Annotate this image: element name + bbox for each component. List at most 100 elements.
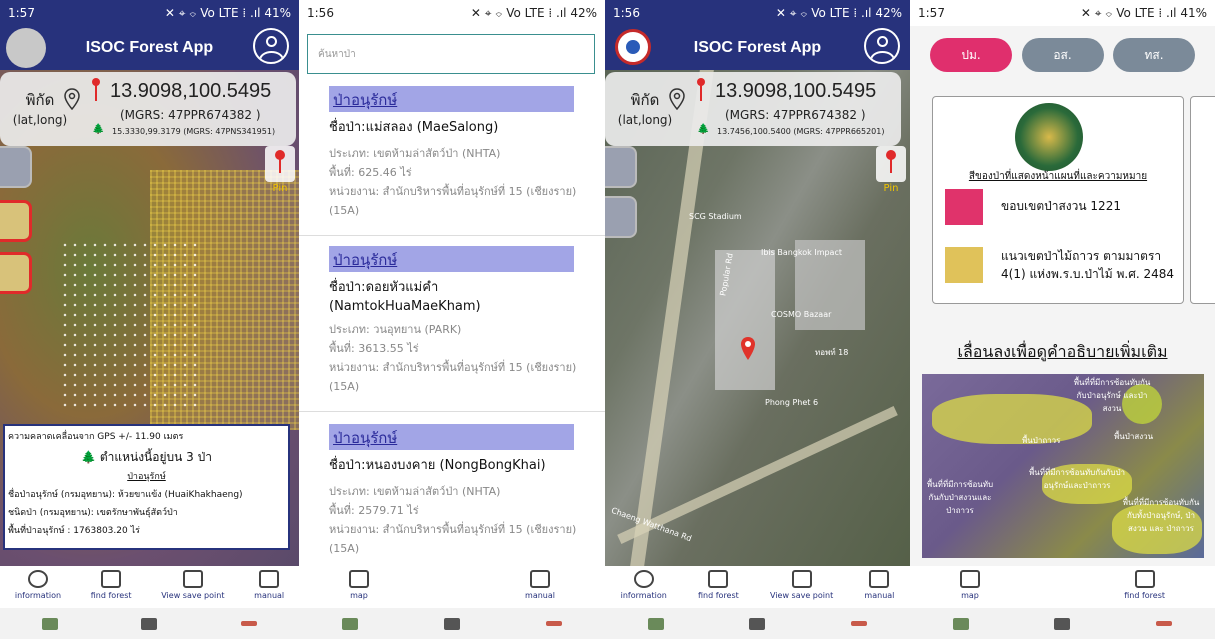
info-icon [27, 570, 48, 588]
screenshot-collage: 1:57 ✕ ⌖ ⌔ Vo LTE ⁞ .ıl 41% ISOC Forest … [0, 0, 1215, 639]
legend-screen: 1:57 ✕ ⌖ ⌔ Vo LTE ⁞ .ıl 41% ปม. อส. ทส. … [910, 0, 1215, 639]
app-icon-2[interactable] [141, 617, 158, 630]
app-icon-1[interactable] [342, 617, 358, 630]
pin-button[interactable]: Pin [876, 146, 906, 194]
status-right: ✕ ⌖ ⌔ Vo LTE ⁞ .ıl 42% [470, 5, 597, 20]
forest-count: ตำแหน่งนี้อยู่บน 3 ป่า [99, 450, 212, 464]
pin-button[interactable]: Pin [265, 146, 295, 194]
app-icon-3[interactable] [1156, 621, 1173, 626]
nav-manual[interactable]: manual [525, 566, 555, 600]
layer-toggle-2[interactable] [0, 200, 32, 242]
layer-toggle-1[interactable] [605, 146, 637, 188]
map-icon [349, 570, 369, 588]
forest-kind: ชนิดป่า (กรมอุทยาน): เขตรักษาพันธุ์สัตว์… [8, 508, 178, 518]
legend-map-image: พื้นที่ที่มีการซ้อนทับกันกับป่าอนุรักษ์ … [922, 374, 1204, 558]
pin-label: Pin [272, 183, 288, 194]
legend-card: สีของป่าที่แสดงหน้าแผนที่และความหมาย ขอบ… [932, 96, 1184, 304]
list-item[interactable]: ป่าอนุรักษ์ ชื่อป่า:แม่สลอง (MaeSalong) … [299, 78, 605, 236]
tab-pm[interactable]: ปม. [930, 38, 1012, 72]
location-pin-icon [64, 88, 80, 110]
status-time: 1:57 [918, 6, 945, 20]
app-icon-3[interactable] [546, 621, 562, 626]
map-label: ทอพท์ 18 [815, 348, 849, 357]
save-icon [182, 570, 203, 588]
layer-toggle-1[interactable] [0, 146, 32, 188]
status-right: ✕ ⌖ ⌔ Vo LTE ⁞ .ıl 42% [775, 5, 902, 20]
nav-manual[interactable]: manual [864, 566, 894, 600]
tab-os[interactable]: อส. [1021, 38, 1104, 72]
app-icon-1[interactable] [647, 617, 664, 630]
status-time: 1:56 [307, 6, 334, 20]
app-icon-2[interactable] [444, 617, 460, 630]
list-item[interactable]: ป่าอนุรักษ์ ชื่อป่า:หนองบงคาย (NongBongK… [299, 412, 605, 572]
map-note: พื้นที่ที่มีการซ้อนทับกันกับป่าสงวนและป่… [926, 480, 994, 515]
forest-area: พื้นที่: 625.46 ไร่ [329, 166, 412, 179]
forest-agency: หน่วยงาน: สำนักบริหารพื้นที่อนุรักษ์ที่ … [329, 361, 577, 393]
legend-card-next[interactable] [1190, 96, 1215, 304]
forest-area: พื้นที่: 3613.55 ไร่ [329, 342, 419, 355]
status-time: 1:57 [8, 6, 35, 20]
save-icon [791, 570, 812, 588]
map-screen-1: 1:57 ✕ ⌖ ⌔ Vo LTE ⁞ .ıl 41% ISOC Forest … [0, 0, 299, 639]
status-time: 1:56 [613, 6, 640, 20]
status-right: ✕ ⌖ ⌔ Vo LTE ⁞ .ıl 41% [164, 5, 291, 20]
tree-icon: 🌲 [81, 450, 100, 464]
layer-toggle-2[interactable] [605, 196, 637, 238]
search-input[interactable]: ค้นหาป่า [307, 34, 595, 74]
forest-header: ป่าอนุรักษ์ [329, 86, 574, 112]
book-icon [869, 570, 890, 588]
system-bar [0, 608, 299, 639]
bottom-nav: map manual [299, 566, 605, 608]
map-label: Ibis Bangkok Impact [761, 248, 842, 257]
forest-agency: หน่วยงาน: สำนักบริหารพื้นที่อนุรักษ์ที่ … [329, 185, 577, 217]
nav-information[interactable]: information [15, 566, 61, 600]
layer-toggle-3[interactable] [0, 252, 32, 294]
status-bar: 1:57 ✕ ⌖ ⌔ Vo LTE ⁞ .ıl 41% [0, 0, 299, 26]
coordinate-panel: พิกัด (lat,long) 13.9098,100.5495 (MGRS: … [0, 72, 296, 146]
app-icon-1[interactable] [952, 617, 969, 630]
nav-manual[interactable]: manual [254, 566, 284, 600]
nav-find-forest[interactable]: find forest [91, 566, 132, 600]
app-icon-3[interactable] [851, 621, 868, 626]
map-note: พื้นที่ที่มีการซ้อนทับกันกับป่าอนุรักษ์ … [1073, 378, 1151, 413]
department-emblem [1015, 103, 1083, 171]
nav-map[interactable]: map [960, 566, 980, 600]
book-icon [530, 570, 551, 588]
bottom-nav: information find forest View save point … [0, 566, 299, 608]
coordinate-panel: พิกัด (lat,long) 13.9098,100.5495 (MGRS: … [605, 72, 901, 146]
legend-label: แนวเขตป่าไม้ถาวร ตามมาตรา 4(1) แห่งพ.ร.บ… [1001, 249, 1174, 281]
list-item[interactable]: ป่าอนุรักษ์ ชื่อป่า:ดอยหัวแม่คำ (NamtokH… [299, 236, 605, 412]
tree-coord: 15.3330,99.3179 (MGRS: 47PNS341951) [112, 127, 276, 136]
account-icon[interactable] [253, 28, 289, 64]
legend-tabs: ปม. อส. ทส. [930, 38, 1195, 72]
app-icon-2[interactable] [1054, 617, 1071, 630]
nav-find-forest[interactable]: find forest [1124, 566, 1165, 600]
coord-mgrs: (MGRS: 47PPR674382 ) [725, 108, 866, 122]
coord-sublabel: (lat,long) [617, 113, 673, 127]
app-icon-1[interactable] [41, 617, 58, 630]
search-doc-icon [101, 570, 122, 588]
search-doc-icon [1134, 570, 1155, 588]
nav-find-forest[interactable]: find forest [698, 566, 739, 600]
forest-info-box: ความคลาดเคลื่อนจาก GPS +/- 11.90 เมตร 🌲 … [3, 424, 290, 550]
coord-label: พิกัด [25, 91, 55, 109]
nav-view-save-point[interactable]: View save point [161, 566, 224, 600]
tree-icon: 🌲 [697, 124, 710, 135]
book-icon [259, 570, 280, 588]
app-bar: ISOC Forest App [0, 26, 299, 70]
map-note: พื้นป่าสงวน [1114, 432, 1154, 441]
forest-name: ชื่อป่า:แม่สลอง (MaeSalong) [329, 120, 499, 135]
system-bar [605, 608, 910, 639]
nav-map[interactable]: map [349, 566, 369, 600]
app-icon-3[interactable] [241, 621, 258, 626]
forest-area: พื้นที่: 2579.71 ไร่ [329, 504, 419, 517]
app-icon-2[interactable] [749, 617, 766, 630]
search-doc-icon [708, 570, 729, 588]
status-bar: 1:56 ✕ ⌖ ⌔ Vo LTE ⁞ .ıl 42% [605, 0, 910, 26]
account-icon[interactable] [864, 28, 900, 64]
nav-view-save-point[interactable]: View save point [770, 566, 833, 600]
tab-ts[interactable]: ทส. [1113, 38, 1195, 72]
map-screen-satellite: 1:56 ✕ ⌖ ⌔ Vo LTE ⁞ .ıl 42% ISOC Forest … [605, 0, 910, 639]
pin-icon [886, 150, 896, 173]
nav-information[interactable]: information [621, 566, 667, 600]
